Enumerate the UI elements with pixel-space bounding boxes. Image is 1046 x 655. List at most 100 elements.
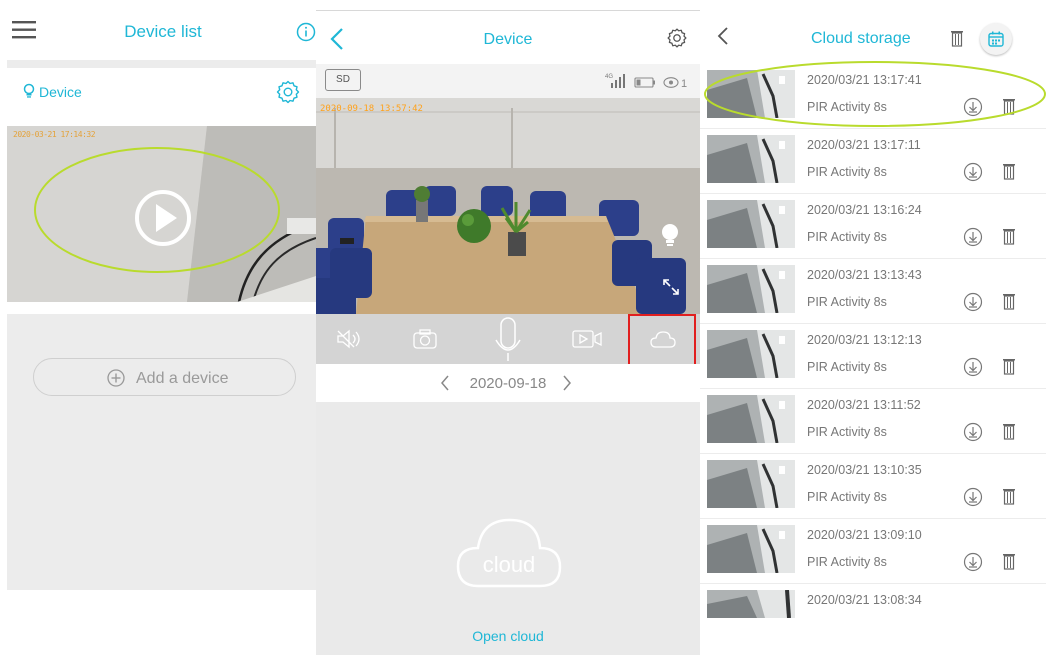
recording-time: 2020/03/21 13:12:13 xyxy=(807,333,922,347)
device-screen: Device SD 4G 1 2020-09-18 13:57:42 2020-… xyxy=(316,0,700,655)
recording-description: PIR Activity 8s xyxy=(807,425,887,439)
status-icons: 4G 1 xyxy=(605,72,699,90)
cloud-area: cloud Open cloud xyxy=(316,402,700,655)
microphone-icon[interactable] xyxy=(493,316,523,362)
recording-thumbnail[interactable] xyxy=(707,460,795,508)
trash-icon[interactable] xyxy=(1002,227,1016,245)
selected-date: 2020-09-18 xyxy=(469,375,547,392)
network-label: 4G xyxy=(605,74,613,80)
recording-description: PIR Activity 8s xyxy=(807,165,887,179)
record-icon[interactable] xyxy=(571,329,603,349)
download-icon[interactable] xyxy=(963,227,983,247)
download-icon[interactable] xyxy=(963,162,983,182)
recording-time: 2020/03/21 13:09:10 xyxy=(807,528,922,542)
recording-time: 2020/03/21 13:17:41 xyxy=(807,73,922,87)
download-icon[interactable] xyxy=(963,422,983,442)
list-item[interactable]: 2020/03/21 13:11:52 PIR Activity 8s xyxy=(700,389,1046,454)
list-item[interactable]: 2020/03/21 13:17:11 PIR Activity 8s xyxy=(700,129,1046,194)
device-header: Device xyxy=(316,10,700,64)
video-controls xyxy=(316,314,700,366)
device-card-header: Device xyxy=(7,68,316,126)
recording-thumbnail[interactable] xyxy=(707,70,795,118)
plus-circle-icon xyxy=(106,368,126,388)
page-title: Device xyxy=(483,31,533,48)
list-item[interactable]: 2020/03/21 13:12:13 PIR Activity 8s xyxy=(700,324,1046,389)
page-title: Cloud storage xyxy=(811,30,911,47)
trash-icon[interactable] xyxy=(1002,292,1016,310)
info-icon[interactable] xyxy=(296,22,316,42)
camera-icon[interactable] xyxy=(412,328,438,350)
trash-icon[interactable] xyxy=(1002,552,1016,570)
next-date-icon[interactable] xyxy=(562,375,572,391)
video-timestamp: 2020-09-18 13:57:42 xyxy=(320,104,423,114)
device-status-bar: SD 4G 1 xyxy=(316,64,700,98)
light-icon[interactable] xyxy=(659,222,681,248)
date-selector: 2020-09-18 xyxy=(316,364,700,402)
recording-time: 2020/03/21 13:17:11 xyxy=(807,138,921,152)
list-item[interactable]: 2020/03/21 13:17:41 PIR Activity 8s xyxy=(700,64,1046,129)
add-device-button[interactable]: Add a device xyxy=(33,358,296,396)
page-title: Device list xyxy=(124,22,202,41)
download-icon[interactable] xyxy=(963,552,983,572)
back-icon[interactable] xyxy=(717,27,729,45)
battery-icon xyxy=(634,77,655,88)
highlight-ellipse xyxy=(34,147,280,273)
live-video[interactable]: 2020-09-18 13:57:42 xyxy=(316,98,700,314)
recording-thumbnail[interactable] xyxy=(707,590,795,618)
recording-thumbnail[interactable] xyxy=(707,525,795,573)
device-list-screen: Device list Device 2020-03-21 17:14:32 A… xyxy=(0,0,316,655)
trash-icon[interactable] xyxy=(1002,357,1016,375)
eye-icon xyxy=(663,77,679,88)
signal-icon xyxy=(611,74,625,88)
recording-thumbnail[interactable] xyxy=(707,135,795,183)
trash-icon[interactable] xyxy=(1002,422,1016,440)
list-item[interactable]: 2020/03/21 13:16:24 PIR Activity 8s xyxy=(700,194,1046,259)
mute-icon[interactable] xyxy=(336,329,362,349)
device-name: Device xyxy=(39,84,82,100)
recording-list: 2020/03/21 13:17:41 PIR Activity 8s 2020… xyxy=(700,64,1046,655)
viewer-count: 1 xyxy=(681,78,687,90)
list-item[interactable]: 2020/03/21 13:10:35 PIR Activity 8s xyxy=(700,454,1046,519)
recording-time: 2020/03/21 13:13:43 xyxy=(807,268,922,282)
download-icon[interactable] xyxy=(963,292,983,312)
recording-time: 2020/03/21 13:11:52 xyxy=(807,398,921,412)
recording-thumbnail[interactable] xyxy=(707,395,795,443)
recording-description: PIR Activity 8s xyxy=(807,490,887,504)
recording-time: 2020/03/21 13:10:35 xyxy=(807,463,922,477)
cloud-graphic-icon xyxy=(454,510,564,590)
recording-description: PIR Activity 8s xyxy=(807,230,887,244)
list-item[interactable]: 2020/03/21 13:08:34 xyxy=(700,584,1046,649)
recording-time: 2020/03/21 13:08:34 xyxy=(807,593,922,607)
trash-icon[interactable] xyxy=(1002,97,1016,115)
device-list-header: Device list xyxy=(0,0,316,60)
calendar-button[interactable] xyxy=(980,23,1012,55)
cloud-storage-screen: Cloud storage 2020/03/21 13:17:41 PIR Ac… xyxy=(700,0,1046,655)
recording-thumbnail[interactable] xyxy=(707,200,795,248)
recording-thumbnail[interactable] xyxy=(707,330,795,378)
list-item[interactable]: 2020/03/21 13:09:10 PIR Activity 8s xyxy=(700,519,1046,584)
thumbnail-timestamp: 2020-03-21 17:14:32 xyxy=(13,130,96,139)
sd-badge[interactable]: SD xyxy=(325,69,361,91)
download-icon[interactable] xyxy=(963,487,983,507)
fullscreen-icon[interactable] xyxy=(662,278,680,296)
trash-icon[interactable] xyxy=(1002,162,1016,180)
trash-icon[interactable] xyxy=(950,29,964,47)
add-device-label: Add a device xyxy=(136,370,229,387)
download-icon[interactable] xyxy=(963,357,983,377)
recording-description: PIR Activity 8s xyxy=(807,555,887,569)
cloud-graphic-label: cloud xyxy=(482,552,536,577)
trash-icon[interactable] xyxy=(1002,487,1016,505)
recording-description: PIR Activity 8s xyxy=(807,100,887,114)
download-icon[interactable] xyxy=(963,97,983,117)
gear-icon[interactable] xyxy=(275,79,301,105)
recording-description: PIR Activity 8s xyxy=(807,360,887,374)
recording-thumbnail[interactable] xyxy=(707,265,795,313)
list-item[interactable]: 2020/03/21 13:13:43 PIR Activity 8s xyxy=(700,259,1046,324)
cloud-icon xyxy=(650,330,676,350)
recording-time: 2020/03/21 13:16:24 xyxy=(807,203,922,217)
open-cloud-link[interactable]: Open cloud xyxy=(316,628,700,644)
calendar-icon xyxy=(988,31,1004,47)
recording-description: PIR Activity 8s xyxy=(807,295,887,309)
gear-icon[interactable] xyxy=(666,27,688,49)
cloud-button[interactable] xyxy=(628,314,696,366)
